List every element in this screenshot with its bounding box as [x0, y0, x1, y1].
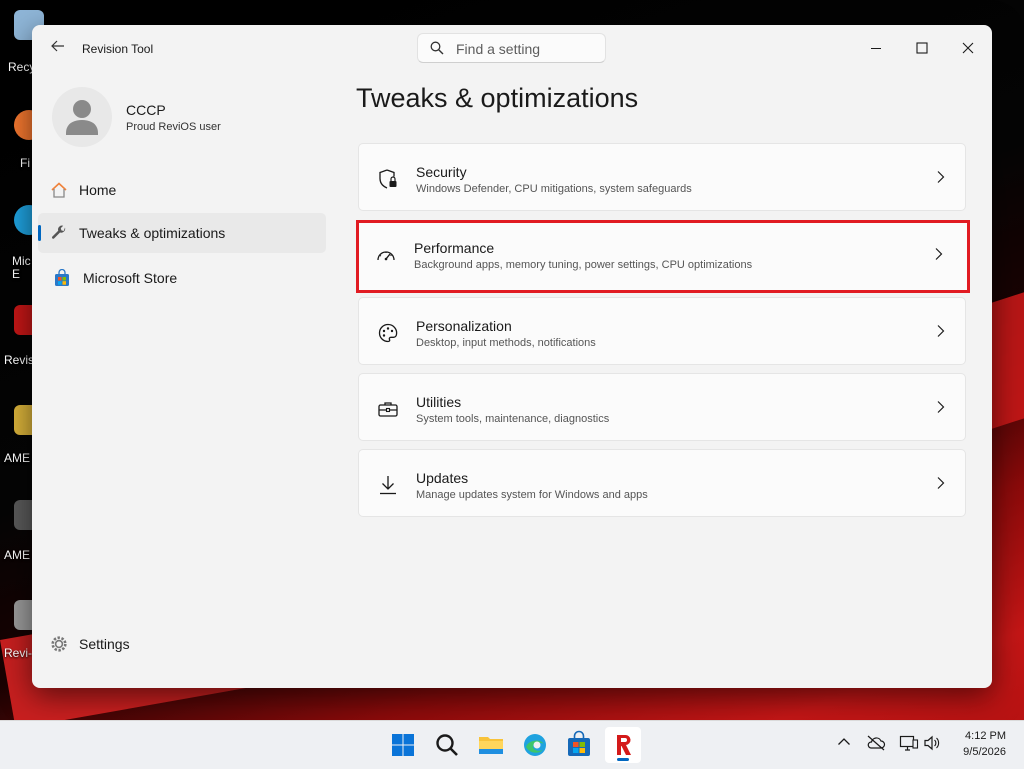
network-icon[interactable] — [899, 735, 919, 751]
app-title: Revision Tool — [82, 42, 154, 56]
sidebar-item-microsoft-store[interactable]: Microsoft Store — [38, 258, 326, 298]
card-description: Windows Defender, CPU mitigations, syste… — [416, 183, 692, 195]
avatar[interactable] — [52, 87, 112, 147]
store-icon — [55, 269, 69, 286]
chevron-right-icon — [937, 477, 945, 489]
sidebar-item-home[interactable]: Home — [38, 170, 326, 210]
card-title: Utilities — [416, 394, 462, 410]
start-button[interactable] — [385, 727, 421, 763]
sidebar-item-tweaks[interactable]: Tweaks & optimizations — [38, 213, 326, 253]
search-box[interactable] — [417, 33, 606, 63]
sidebar-item-label: Tweaks & optimizations — [79, 225, 226, 241]
card-title: Personalization — [416, 318, 512, 334]
search-icon — [436, 734, 458, 756]
active-indicator — [38, 225, 41, 241]
running-indicator — [617, 758, 629, 761]
card-description: Desktop, input methods, notifications — [416, 337, 596, 349]
chevron-up-icon[interactable] — [837, 735, 851, 749]
palette-icon — [378, 323, 398, 343]
card-description: Background apps, memory tuning, power se… — [414, 259, 753, 271]
chevron-right-icon — [937, 171, 945, 183]
volume-icon[interactable] — [923, 735, 941, 751]
sidebar-item-label: Microsoft Store — [83, 270, 178, 286]
desktop-icon-label: Revi- — [4, 646, 33, 660]
taskbar-edge[interactable] — [517, 727, 553, 763]
chevron-right-icon — [937, 401, 945, 413]
card-utilities[interactable]: Utilities System tools, maintenance, dia… — [358, 373, 966, 441]
speedometer-icon — [377, 251, 395, 261]
desktop-icon-label: Mic E — [12, 254, 31, 281]
edge-icon — [524, 734, 546, 756]
taskbar-search-button[interactable] — [429, 727, 465, 763]
taskbar-microsoft-store[interactable] — [561, 727, 597, 763]
chevron-right-icon — [937, 325, 945, 337]
search-input[interactable] — [454, 39, 598, 59]
file-explorer-icon — [479, 737, 503, 754]
sidebar-item-label: Settings — [79, 636, 130, 652]
close-icon — [962, 42, 974, 54]
close-button[interactable] — [952, 35, 984, 61]
card-description: System tools, maintenance, diagnostics — [416, 413, 610, 425]
cloud-offline-icon[interactable] — [866, 735, 886, 751]
taskbar-revision-tool[interactable] — [605, 727, 641, 763]
desktop-icon-label: Fi — [20, 156, 30, 170]
search-icon — [430, 41, 444, 55]
card-title: Security — [416, 164, 467, 180]
clock-date[interactable]: 9/5/2026 — [948, 746, 1006, 758]
card-personalization[interactable]: Personalization Desktop, input methods, … — [358, 297, 966, 365]
back-arrow-icon — [51, 40, 64, 52]
shield-lock-icon — [379, 169, 397, 189]
sidebar-item-settings[interactable]: Settings — [38, 624, 326, 664]
gear-icon — [51, 636, 67, 652]
minimize-button[interactable] — [860, 35, 892, 61]
download-arrow-icon — [380, 476, 396, 495]
wrench-icon — [51, 225, 66, 239]
start-icon — [392, 734, 414, 756]
user-silhouette-icon — [66, 100, 98, 135]
profile-name: CCCP — [126, 102, 166, 118]
microsoft-store-icon — [568, 730, 590, 756]
taskbar: 4:12 PM 9/5/2026 — [0, 720, 1024, 769]
desktop-icon-label: AME — [4, 451, 31, 465]
card-performance[interactable]: Performance Background apps, memory tuni… — [356, 220, 970, 293]
profile-subtitle: Proud ReviOS user — [126, 121, 221, 133]
card-updates[interactable]: Updates Manage updates system for Window… — [358, 449, 966, 517]
title-bar: Revision Tool — [32, 25, 992, 73]
sidebar-item-label: Home — [79, 182, 117, 198]
maximize-icon — [916, 42, 928, 54]
home-icon — [51, 182, 67, 198]
chevron-right-icon — [935, 248, 943, 260]
minimize-icon — [871, 48, 881, 49]
back-button[interactable] — [46, 37, 70, 61]
taskbar-file-explorer[interactable] — [473, 727, 509, 763]
revision-tool-window: Revision Tool CCCP Proud ReviOS user Hom… — [32, 25, 992, 688]
desktop-icon-label: Revis — [4, 353, 35, 367]
card-security[interactable]: Security Windows Defender, CPU mitigatio… — [358, 143, 966, 211]
page-title: Tweaks & optimizations — [356, 83, 639, 113]
desktop-icon-label: AME — [4, 548, 31, 562]
clock-time[interactable]: 4:12 PM — [958, 730, 1006, 742]
maximize-button[interactable] — [906, 35, 938, 61]
card-title: Performance — [414, 240, 495, 256]
card-title: Updates — [416, 470, 469, 486]
toolbox-icon — [378, 402, 398, 417]
card-description: Manage updates system for Windows and ap… — [416, 489, 648, 501]
